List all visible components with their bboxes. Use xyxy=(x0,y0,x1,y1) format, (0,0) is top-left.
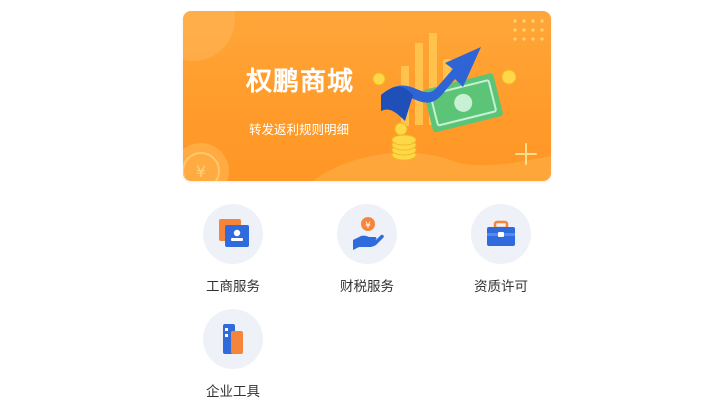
service-finance-tax[interactable]: ¥ 财税服务 xyxy=(317,204,417,304)
tool-panel-icon xyxy=(223,324,243,354)
service-icon-circle xyxy=(203,204,263,264)
service-label: 资质许可 xyxy=(474,279,528,295)
service-icon-circle xyxy=(471,204,531,264)
service-enterprise-tools[interactable]: 企业工具 xyxy=(183,309,283,405)
service-label: 工商服务 xyxy=(206,279,260,295)
svg-text:¥: ¥ xyxy=(365,221,371,231)
service-label: 企业工具 xyxy=(206,384,260,400)
banner-title: 权鹏商城 xyxy=(245,67,354,97)
service-business[interactable]: 工商服务 xyxy=(183,204,283,304)
service-label: 财税服务 xyxy=(340,279,394,295)
service-icon-circle xyxy=(203,309,263,369)
service-icon-circle: ¥ xyxy=(337,204,397,264)
service-qualification[interactable]: 资质许可 xyxy=(451,204,551,304)
svg-text:¥: ¥ xyxy=(196,162,206,181)
id-card-icon xyxy=(219,219,249,247)
briefcase-icon xyxy=(487,220,515,246)
promo-banner[interactable]: ¥ 权鹏商城 转发返利规则明细 xyxy=(183,11,551,181)
page: ¥ 权鹏商城 转发返利规则明细 工商服务 ¥ 财税服务 资质许可 企业工具 xyxy=(0,0,725,405)
hand-coin-icon: ¥ xyxy=(353,217,384,250)
banner-subtitle: 转发返利规则明细 xyxy=(248,122,349,137)
